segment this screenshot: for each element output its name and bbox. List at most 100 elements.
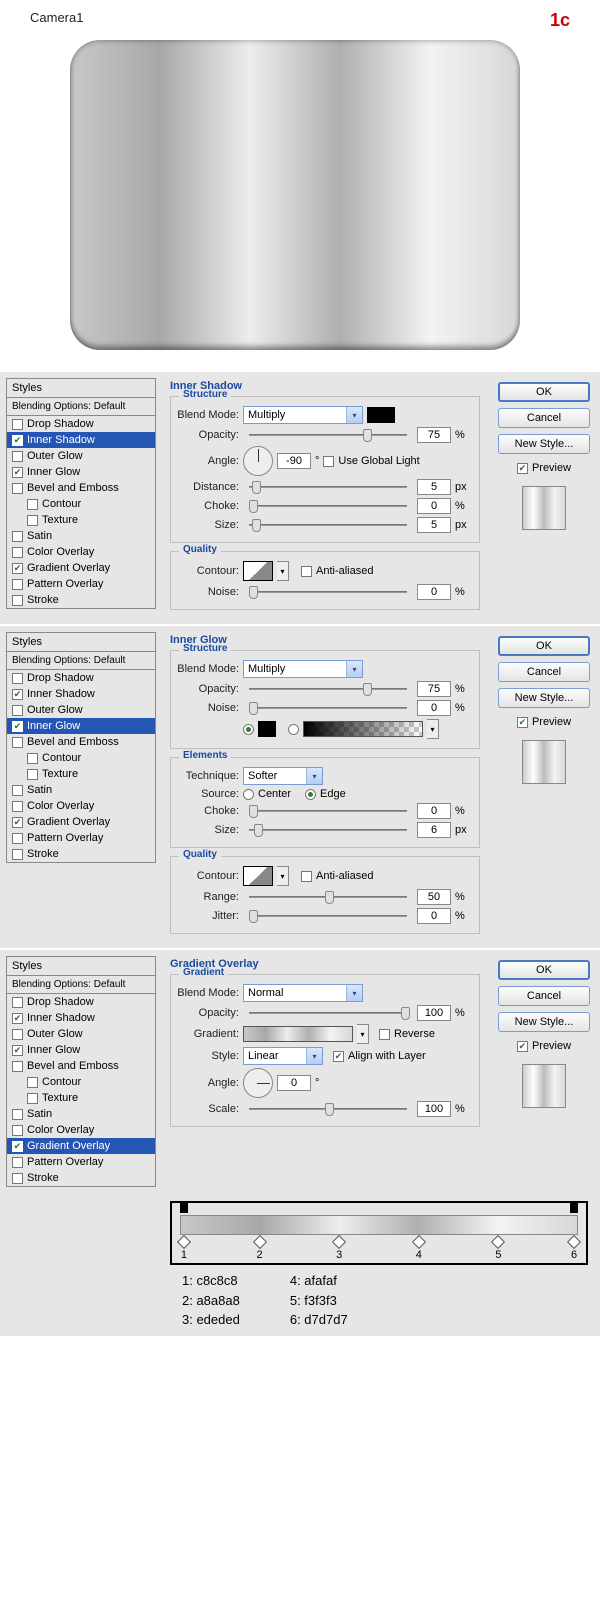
checkbox[interactable] [12, 1013, 23, 1024]
checkbox[interactable] [12, 483, 23, 494]
style-item-drop-shadow[interactable]: Drop Shadow [7, 994, 155, 1010]
range-slider[interactable] [249, 896, 407, 898]
cancel-button[interactable]: Cancel [498, 408, 590, 428]
ok-button[interactable]: OK [498, 382, 590, 402]
style-item-color-overlay[interactable]: Color Overlay [7, 544, 155, 560]
style-item-bevel[interactable]: Bevel and Emboss [7, 480, 155, 496]
color-stop[interactable] [491, 1235, 505, 1249]
angle-value[interactable]: 0 [277, 1075, 311, 1091]
style-item-inner-glow[interactable]: Inner Glow [7, 464, 155, 480]
style-item-color-overlay[interactable]: Color Overlay [7, 1122, 155, 1138]
new-style-button[interactable]: New Style... [498, 1012, 590, 1032]
checkbox[interactable] [12, 705, 23, 716]
opacity-value[interactable]: 75 [417, 427, 451, 443]
noise-slider[interactable] [249, 591, 407, 593]
size-value[interactable]: 6 [417, 822, 451, 838]
new-style-button[interactable]: New Style... [498, 688, 590, 708]
checkbox[interactable] [27, 769, 38, 780]
blend-mode-dropdown[interactable]: Multiply▾ [243, 660, 363, 678]
scale-value[interactable]: 100 [417, 1101, 451, 1117]
glow-color-swatch[interactable] [258, 721, 276, 737]
jitter-value[interactable]: 0 [417, 908, 451, 924]
checkbox[interactable] [12, 1141, 23, 1152]
blending-options[interactable]: Blending Options: Default [6, 398, 156, 416]
checkbox[interactable] [27, 1077, 38, 1088]
style-item-outer-glow[interactable]: Outer Glow [7, 702, 155, 718]
opacity-slider[interactable] [249, 434, 407, 436]
styles-header[interactable]: Styles [6, 632, 156, 652]
ok-button[interactable]: OK [498, 960, 590, 980]
anti-aliased-checkbox[interactable] [301, 871, 312, 882]
jitter-slider[interactable] [249, 915, 407, 917]
style-item-contour[interactable]: Contour [7, 750, 155, 766]
checkbox[interactable] [12, 547, 23, 558]
new-style-button[interactable]: New Style... [498, 434, 590, 454]
style-item-satin[interactable]: Satin [7, 782, 155, 798]
use-global-light-checkbox[interactable] [323, 456, 334, 467]
gradient-bar[interactable] [180, 1215, 578, 1235]
anti-aliased-checkbox[interactable] [301, 566, 312, 577]
color-stop[interactable] [567, 1235, 581, 1249]
checkbox[interactable] [12, 1109, 23, 1120]
style-item-satin[interactable]: Satin [7, 528, 155, 544]
cancel-button[interactable]: Cancel [498, 986, 590, 1006]
range-value[interactable]: 50 [417, 889, 451, 905]
preview-checkbox[interactable] [517, 463, 528, 474]
checkbox[interactable] [12, 1157, 23, 1168]
choke-value[interactable]: 0 [417, 803, 451, 819]
checkbox[interactable] [12, 673, 23, 684]
checkbox[interactable] [27, 515, 38, 526]
style-item-stroke[interactable]: Stroke [7, 846, 155, 862]
style-item-drop-shadow[interactable]: Drop Shadow [7, 416, 155, 432]
checkbox[interactable] [12, 451, 23, 462]
opacity-value[interactable]: 100 [417, 1005, 451, 1021]
style-item-stroke[interactable]: Stroke [7, 592, 155, 608]
checkbox[interactable] [27, 499, 38, 510]
reverse-checkbox[interactable] [379, 1029, 390, 1040]
size-slider[interactable] [249, 829, 407, 831]
opacity-slider[interactable] [249, 688, 407, 690]
gradient-picker[interactable] [243, 1026, 353, 1042]
glow-color-radio[interactable] [243, 724, 254, 735]
checkbox[interactable] [12, 849, 23, 860]
checkbox[interactable] [12, 435, 23, 446]
preview-checkbox[interactable] [517, 717, 528, 728]
opacity-value[interactable]: 75 [417, 681, 451, 697]
checkbox[interactable] [12, 721, 23, 732]
chevron-down-icon[interactable]: ▾ [277, 866, 289, 886]
contour-picker[interactable] [243, 866, 273, 886]
glow-gradient-radio[interactable] [288, 724, 299, 735]
shadow-color-swatch[interactable] [367, 407, 395, 423]
checkbox[interactable] [12, 563, 23, 574]
distance-value[interactable]: 5 [417, 479, 451, 495]
style-item-color-overlay[interactable]: Color Overlay [7, 798, 155, 814]
style-item-texture[interactable]: Texture [7, 766, 155, 782]
chevron-down-icon[interactable]: ▾ [277, 561, 289, 581]
style-item-drop-shadow[interactable]: Drop Shadow [7, 670, 155, 686]
checkbox[interactable] [12, 1045, 23, 1056]
color-stop[interactable] [332, 1235, 346, 1249]
blending-options[interactable]: Blending Options: Default [6, 652, 156, 670]
align-layer-checkbox[interactable] [333, 1051, 344, 1062]
checkbox[interactable] [12, 1061, 23, 1072]
checkbox[interactable] [12, 689, 23, 700]
checkbox[interactable] [12, 579, 23, 590]
style-item-inner-glow[interactable]: Inner Glow [7, 1042, 155, 1058]
checkbox[interactable] [27, 1093, 38, 1104]
style-item-gradient-overlay[interactable]: Gradient Overlay [7, 560, 155, 576]
style-item-inner-glow[interactable]: Inner Glow [7, 718, 155, 734]
checkbox[interactable] [12, 801, 23, 812]
checkbox[interactable] [12, 997, 23, 1008]
checkbox[interactable] [12, 467, 23, 478]
checkbox[interactable] [12, 419, 23, 430]
angle-value[interactable]: -90 [277, 453, 311, 469]
checkbox[interactable] [12, 1173, 23, 1184]
style-item-outer-glow[interactable]: Outer Glow [7, 1026, 155, 1042]
choke-slider[interactable] [249, 810, 407, 812]
opacity-slider[interactable] [249, 1012, 407, 1014]
size-value[interactable]: 5 [417, 517, 451, 533]
styles-header[interactable]: Styles [6, 378, 156, 398]
style-item-stroke[interactable]: Stroke [7, 1170, 155, 1186]
checkbox[interactable] [12, 595, 23, 606]
scale-slider[interactable] [249, 1108, 407, 1110]
